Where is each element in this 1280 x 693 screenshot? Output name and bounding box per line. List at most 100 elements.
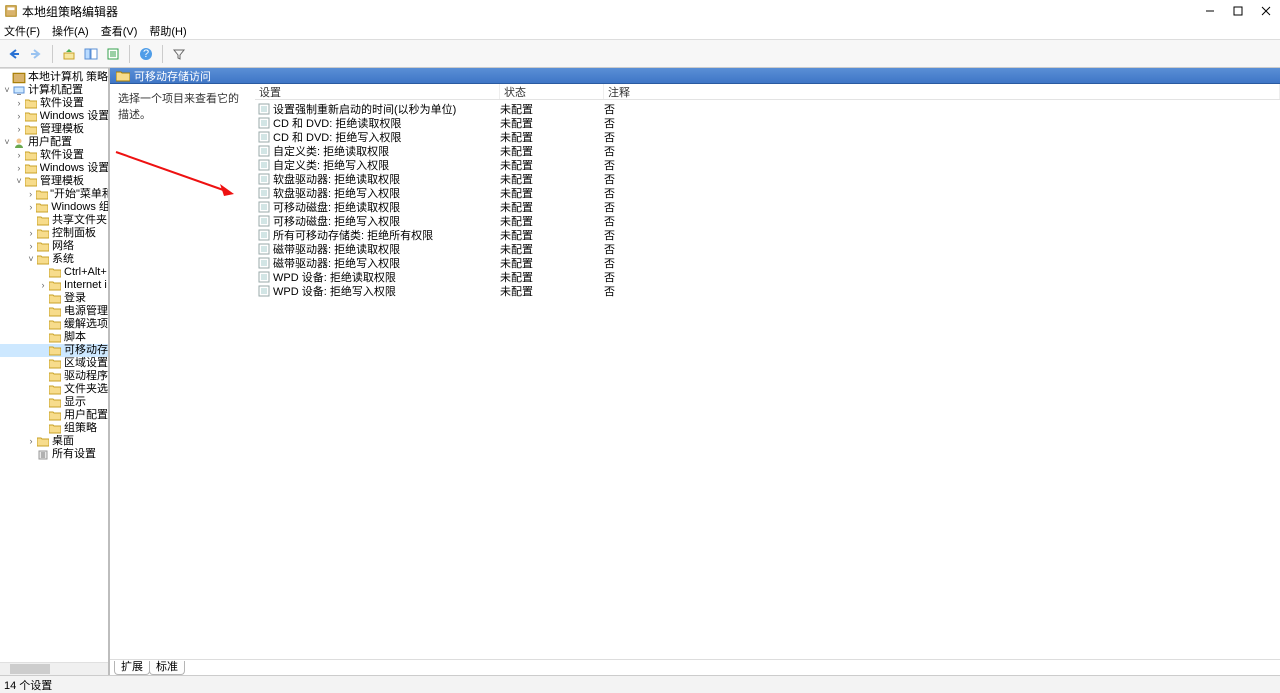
menu-bar: 文件(F) 操作(A) 查看(V) 帮助(H) (0, 22, 1280, 40)
setting-row[interactable]: WPD 设备: 拒绝读取权限未配置否 (255, 270, 1280, 284)
chevron-down-icon[interactable]: ˅ (26, 253, 36, 266)
tree-desktop[interactable]: ›桌面 (0, 435, 108, 448)
tab-extended[interactable]: 扩展 (114, 661, 150, 675)
status-bar: 14 个设置 (0, 675, 1280, 693)
tree[interactable]: 本地计算机 策略 ˅ 计算机配置 › 软件设置 › Windows 设置 › 管… (0, 69, 108, 461)
setting-comment: 否 (604, 283, 1280, 299)
setting-row[interactable]: 软盘驱动器: 拒绝读取权限未配置否 (255, 172, 1280, 186)
tree-user-config[interactable]: ˅ 用户配置 (0, 136, 108, 149)
tree-folder-options[interactable]: 文件夹选 (0, 383, 108, 396)
tree-internet[interactable]: ›Internet i (0, 279, 108, 292)
column-headers[interactable]: 设置 状态 注释 (255, 84, 1280, 100)
setting-icon (257, 145, 271, 157)
tree-driver-install[interactable]: 驱动程序 (0, 370, 108, 383)
tree-comp-admin[interactable]: › 管理模板 (0, 123, 108, 136)
policy-icon (12, 72, 26, 84)
filter-button[interactable] (169, 44, 189, 64)
tree-system[interactable]: ˅系统 (0, 253, 108, 266)
setting-row[interactable]: 软盘驱动器: 拒绝写入权限未配置否 (255, 186, 1280, 200)
setting-row[interactable]: 所有可移动存储类: 拒绝所有权限未配置否 (255, 228, 1280, 242)
tree-windows-components[interactable]: ›Windows 组 (0, 201, 108, 214)
column-header-setting[interactable]: 设置 (255, 84, 500, 99)
tree-removable-storage[interactable]: 可移动存 (0, 344, 108, 357)
chevron-right-icon[interactable]: › (26, 435, 36, 448)
tree-all-settings[interactable]: 所有设置 (0, 448, 108, 461)
tree-start-menu[interactable]: ›"开始"菜单和 (0, 188, 108, 201)
setting-row[interactable]: CD 和 DVD: 拒绝读取权限未配置否 (255, 116, 1280, 130)
help-button[interactable]: ? (136, 44, 156, 64)
app-icon (4, 4, 18, 18)
minimize-button[interactable] (1196, 0, 1224, 22)
scrollbar-thumb[interactable] (10, 664, 50, 674)
tree-control-panel[interactable]: ›控制面板 (0, 227, 108, 240)
tree-ctrl-alt-del[interactable]: Ctrl+Alt+ (0, 266, 108, 279)
chevron-right-icon[interactable]: › (26, 240, 36, 253)
chevron-right-icon[interactable]: › (26, 201, 36, 214)
tree-user-admin[interactable]: ˅ 管理模板 (0, 175, 108, 188)
setting-row[interactable]: WPD 设备: 拒绝写入权限未配置否 (255, 284, 1280, 298)
folder-icon (24, 111, 38, 123)
export-list-button[interactable] (103, 44, 123, 64)
main-pane: 可移动存储访问 选择一个项目来查看它的描述。 设置 状态 注释 设置强制重新启动… (108, 68, 1280, 675)
chevron-right-icon[interactable]: › (14, 110, 24, 123)
back-button[interactable] (4, 44, 24, 64)
content-header: 可移动存储访问 (110, 68, 1280, 84)
tree-display[interactable]: 显示 (0, 396, 108, 409)
setting-row[interactable]: 自定义类: 拒绝读取权限未配置否 (255, 144, 1280, 158)
tree-computer-config[interactable]: ˅ 计算机配置 (0, 84, 108, 97)
menu-help[interactable]: 帮助(H) (149, 23, 186, 39)
setting-row[interactable]: 可移动磁盘: 拒绝读取权限未配置否 (255, 200, 1280, 214)
tree-power[interactable]: 电源管理 (0, 305, 108, 318)
tree-logon[interactable]: 登录 (0, 292, 108, 305)
chevron-right-icon[interactable]: › (14, 162, 24, 175)
chevron-down-icon[interactable]: ˅ (2, 136, 12, 149)
tree-user-windows[interactable]: › Windows 设置 (0, 162, 108, 175)
forward-button[interactable] (26, 44, 46, 64)
tree-mitigation[interactable]: 缓解选项 (0, 318, 108, 331)
tree-locale[interactable]: 区域设置 (0, 357, 108, 370)
up-button[interactable] (59, 44, 79, 64)
tree-scripts[interactable]: 脚本 (0, 331, 108, 344)
close-button[interactable] (1252, 0, 1280, 22)
setting-icon (257, 173, 271, 185)
tree-comp-windows[interactable]: › Windows 设置 (0, 110, 108, 123)
chevron-right-icon[interactable]: › (14, 123, 24, 136)
tree-user-profiles[interactable]: 用户配置 (0, 409, 108, 422)
setting-row[interactable]: 设置强制重新启动的时间(以秒为单位)未配置否 (255, 102, 1280, 116)
chevron-right-icon[interactable]: › (14, 97, 24, 110)
maximize-button[interactable] (1224, 0, 1252, 22)
tree-comp-software[interactable]: › 软件设置 (0, 97, 108, 110)
show-hide-tree-button[interactable] (81, 44, 101, 64)
setting-icon (257, 159, 271, 171)
setting-row[interactable]: 自定义类: 拒绝写入权限未配置否 (255, 158, 1280, 172)
tree-shared-folders[interactable]: 共享文件夹 (0, 214, 108, 227)
menu-view[interactable]: 查看(V) (101, 23, 138, 39)
setting-row[interactable]: 可移动磁盘: 拒绝写入权限未配置否 (255, 214, 1280, 228)
menu-file[interactable]: 文件(F) (4, 23, 40, 39)
chevron-right-icon[interactable]: › (26, 188, 35, 201)
chevron-right-icon[interactable]: › (14, 149, 24, 162)
menu-action[interactable]: 操作(A) (52, 23, 89, 39)
setting-row[interactable]: 磁带驱动器: 拒绝读取权限未配置否 (255, 242, 1280, 256)
column-header-comment[interactable]: 注释 (604, 84, 1280, 99)
setting-row[interactable]: 磁带驱动器: 拒绝写入权限未配置否 (255, 256, 1280, 270)
content-title: 可移动存储访问 (134, 68, 211, 84)
horizontal-scrollbar[interactable] (0, 662, 108, 675)
column-header-state[interactable]: 状态 (500, 84, 604, 99)
folder-icon (48, 293, 62, 305)
folder-icon (48, 345, 62, 357)
tree-group-policy[interactable]: 组策略 (0, 422, 108, 435)
chevron-down-icon[interactable]: ˅ (14, 175, 24, 188)
chevron-down-icon[interactable]: ˅ (2, 84, 12, 97)
chevron-right-icon[interactable]: › (26, 227, 36, 240)
chevron-right-icon[interactable]: › (38, 279, 48, 292)
window-title: 本地组策略编辑器 (22, 3, 118, 20)
setting-row[interactable]: CD 和 DVD: 拒绝写入权限未配置否 (255, 130, 1280, 144)
tab-standard[interactable]: 标准 (149, 661, 185, 675)
tree-network[interactable]: ›网络 (0, 240, 108, 253)
content-body: 选择一个项目来查看它的描述。 设置 状态 注释 设置强制重新启动的时间(以秒为单… (110, 84, 1280, 659)
toolbar-separator (162, 45, 163, 63)
tree-root[interactable]: 本地计算机 策略 (0, 71, 108, 84)
tree-user-software[interactable]: › 软件设置 (0, 149, 108, 162)
folder-icon (48, 319, 62, 331)
